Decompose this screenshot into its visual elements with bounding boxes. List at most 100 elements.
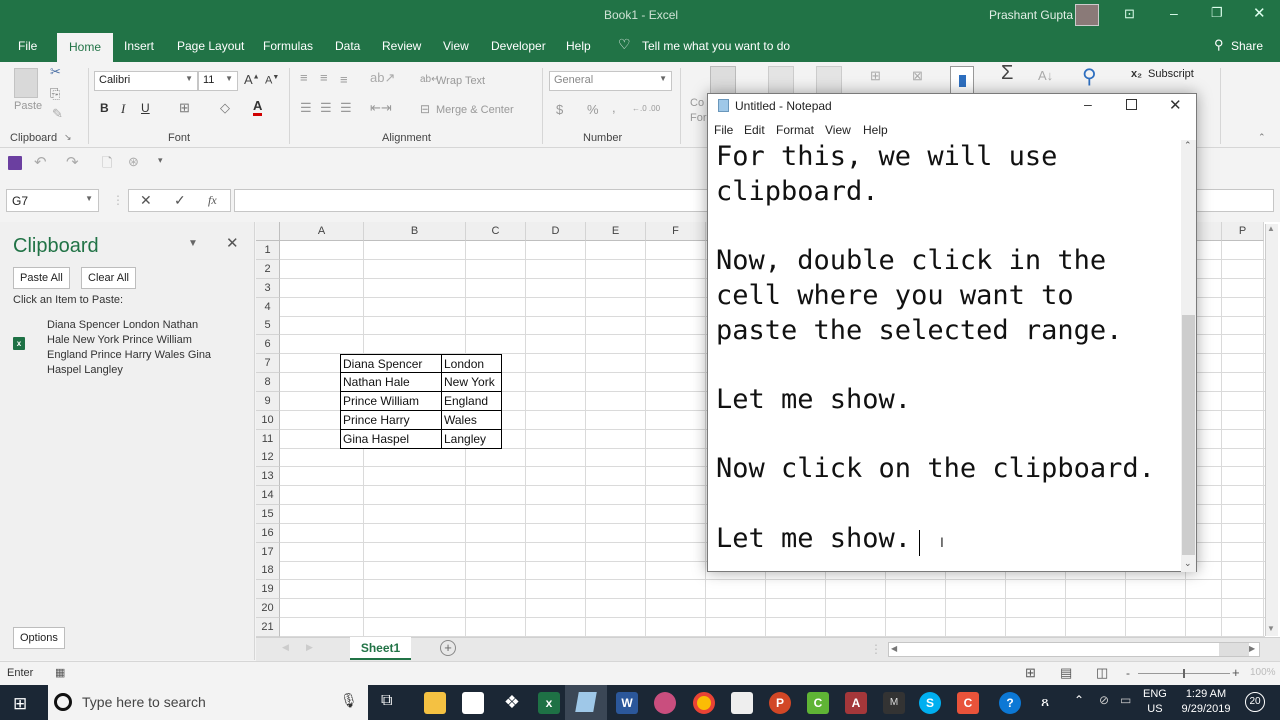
find-select-icon[interactable]: ⚲ (1082, 64, 1097, 89)
conditional-formatting-icon[interactable] (710, 66, 736, 94)
ribbon-display-options-icon[interactable]: ⊡ (1124, 6, 1135, 22)
app-icon[interactable]: M (883, 692, 905, 714)
paste-button[interactable]: Paste (14, 100, 42, 112)
align-left-icon[interactable]: ☰ (300, 100, 312, 116)
underline-button[interactable]: U (141, 101, 150, 115)
notepad-minimize-icon[interactable]: – (1084, 96, 1092, 112)
network-icon[interactable]: ⊘ (1099, 693, 1109, 707)
column-header-c[interactable]: C (466, 222, 526, 241)
row-header-1[interactable]: 1 (256, 241, 280, 260)
add-sheet-icon[interactable]: + (440, 640, 456, 656)
row-header-20[interactable]: 20 (256, 599, 280, 619)
row-header-19[interactable]: 19 (256, 580, 280, 600)
word-taskbar-icon[interactable]: W (616, 692, 638, 714)
row-header-15[interactable]: 15 (256, 504, 280, 524)
people-icon[interactable]: ጸ (1041, 693, 1049, 710)
action-center-notifications[interactable]: 20 (1245, 692, 1265, 712)
borders-icon[interactable]: ⊞ (179, 100, 190, 116)
collapse-ribbon-icon[interactable]: ⌃ (1258, 132, 1266, 143)
scroll-down-icon[interactable]: ▼ (1267, 624, 1275, 633)
row-header-9[interactable]: 9 (256, 391, 280, 411)
calculator-icon[interactable] (731, 692, 753, 714)
next-sheet-icon[interactable]: ▶ (306, 642, 313, 653)
row-header-8[interactable]: 8 (256, 372, 280, 392)
italic-button[interactable]: I (121, 101, 125, 117)
notepad-menu-view[interactable]: View (825, 123, 851, 137)
align-center-icon[interactable]: ☰ (320, 100, 332, 116)
save-icon[interactable] (8, 156, 22, 170)
cell-c8[interactable]: New York (442, 372, 502, 392)
notepad-close-icon[interactable]: ✕ (1169, 96, 1182, 114)
tab-home[interactable]: Home (57, 33, 114, 62)
zoom-level[interactable]: 100% (1250, 667, 1276, 678)
align-middle-icon[interactable]: ≡ (320, 70, 328, 85)
chrome-icon[interactable] (693, 692, 715, 714)
minimize-icon[interactable]: – (1170, 5, 1178, 21)
microphone-icon[interactable]: 🎙 (340, 692, 358, 709)
cell-styles-icon[interactable] (816, 66, 842, 94)
bold-button[interactable]: B (100, 101, 109, 115)
tab-formulas[interactable]: Formulas (263, 39, 313, 53)
row-header-2[interactable]: 2 (256, 259, 280, 279)
sheet-tab-sheet1[interactable]: Sheet1 (350, 637, 411, 660)
start-windows-icon[interactable]: ⊞ (13, 694, 27, 714)
notepad-maximize-icon[interactable] (1126, 99, 1137, 110)
clipboard-item[interactable]: x Diana Spencer London Nathan Hale New Y… (10, 318, 250, 378)
formula-bar-grip[interactable]: ⋮ (112, 193, 124, 207)
conditional-formatting-partial[interactable]: Co For (690, 96, 707, 126)
name-box[interactable]: G7 ▼ (6, 189, 99, 212)
user-avatar[interactable] (1075, 4, 1099, 26)
help-icon[interactable]: ? (999, 692, 1021, 714)
share-button[interactable]: Share (1231, 39, 1263, 53)
notepad-taskbar-active[interactable] (565, 685, 607, 720)
cell-b10[interactable]: Prince Harry (340, 410, 442, 430)
copy-icon[interactable]: ⎘ (50, 86, 60, 102)
scroll-left-icon[interactable]: ◀ (891, 644, 897, 653)
cancel-entry-icon[interactable]: ✕ (140, 192, 152, 209)
macro-recording-icon[interactable]: ▦ (55, 666, 65, 679)
taskbar-search-box[interactable]: Type here to search 🎙 (48, 685, 368, 720)
format-cells-icon[interactable] (950, 66, 974, 94)
row-header-10[interactable]: 10 (256, 410, 280, 430)
scroll-up-icon[interactable]: ▲ (1267, 224, 1275, 233)
cell-b11[interactable]: Gina Haspel (340, 429, 442, 449)
cell-c9[interactable]: England (442, 391, 502, 411)
tell-me-search[interactable]: Tell me what you want to do (642, 39, 790, 53)
autosum-icon[interactable]: Σ (1001, 62, 1013, 85)
cell-c10[interactable]: Wales (442, 410, 502, 430)
row-header-3[interactable]: 3 (256, 278, 280, 298)
format-as-table-icon[interactable] (768, 66, 794, 94)
column-header-p[interactable]: P (1222, 222, 1264, 241)
insert-cells-icon[interactable]: ⊞ (870, 68, 881, 84)
page-layout-view-icon[interactable]: ▤ (1060, 665, 1072, 681)
column-header-f[interactable]: F (646, 222, 706, 241)
row-header-17[interactable]: 17 (256, 542, 280, 562)
tab-data[interactable]: Data (335, 39, 360, 53)
format-painter-icon[interactable]: ✎ (52, 106, 63, 122)
decimal-icons[interactable]: ←.0 .00 (632, 104, 660, 113)
tab-help[interactable]: Help (566, 39, 591, 53)
notepad-text-area[interactable]: For this, we will use clipboard. Now, do… (716, 140, 1178, 560)
clipboard-launcher-icon[interactable]: ↘ (64, 132, 72, 143)
notepad-vertical-scrollbar[interactable]: ⌃ ⌄ (1181, 140, 1196, 572)
camtasia-recorder-icon[interactable]: C (957, 692, 979, 714)
paste-icon[interactable] (14, 68, 38, 98)
cell-b9[interactable]: Prince William (340, 391, 442, 411)
skype-icon[interactable]: S (919, 692, 941, 714)
horizontal-scroll-thumb[interactable] (1219, 643, 1249, 656)
increase-font-icon[interactable]: A▲ (244, 72, 260, 87)
redo-icon[interactable]: ↷ (66, 153, 79, 171)
notepad-menu-edit[interactable]: Edit (744, 123, 765, 137)
notepad-menu-help[interactable]: Help (863, 123, 888, 137)
task-view-icon[interactable]: ⧉ (381, 692, 392, 710)
row-header-14[interactable]: 14 (256, 486, 280, 506)
column-header-b[interactable]: B (364, 222, 466, 241)
number-format-combo[interactable]: General ▼ (549, 71, 672, 91)
confirm-entry-icon[interactable]: ✓ (174, 192, 186, 209)
restore-icon[interactable]: ❐ (1211, 5, 1223, 21)
notepad-scroll-thumb[interactable] (1182, 315, 1195, 555)
sort-filter-icon[interactable]: A↓ (1038, 68, 1053, 83)
tab-page-layout[interactable]: Page Layout (177, 39, 244, 53)
tab-developer[interactable]: Developer (491, 39, 546, 53)
normal-view-icon[interactable]: ⊞ (1025, 665, 1036, 681)
